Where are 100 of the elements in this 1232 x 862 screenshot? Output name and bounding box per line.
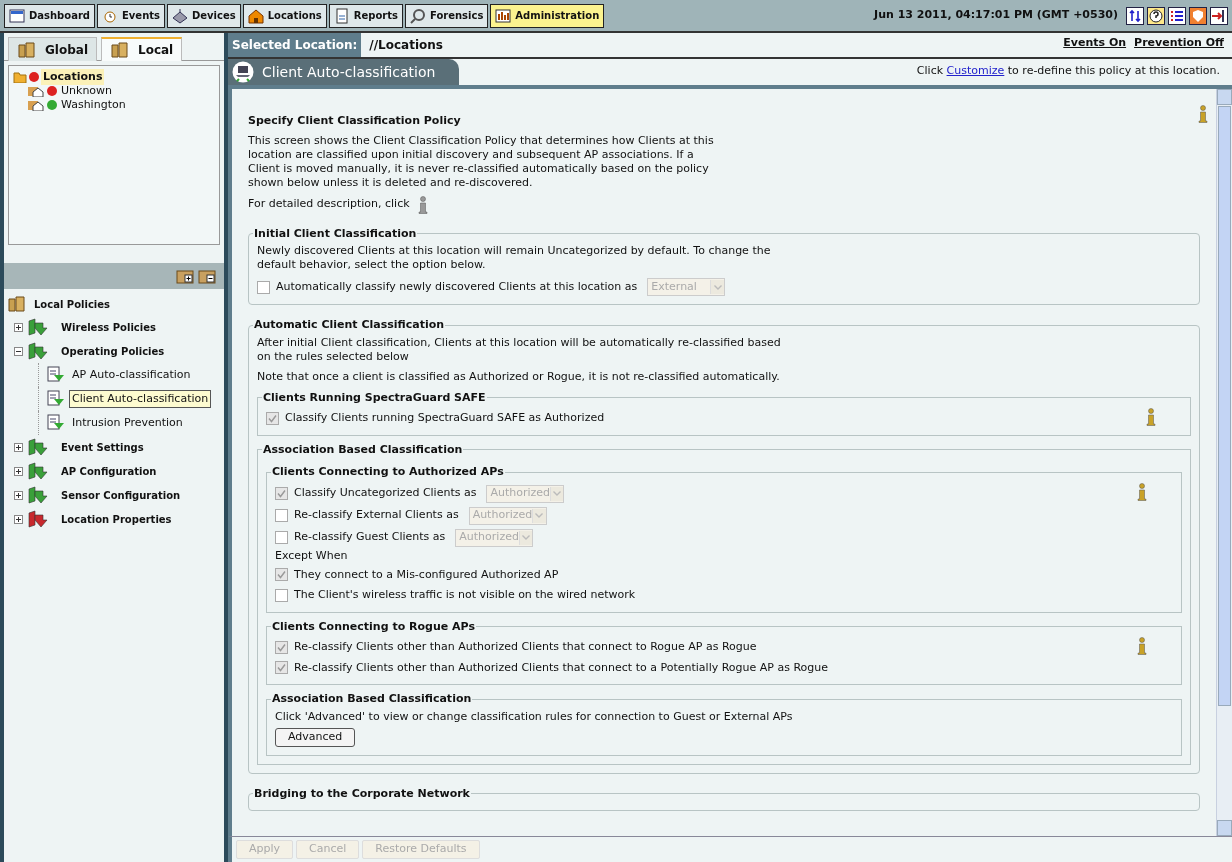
document-icon (47, 390, 65, 408)
logout-icon[interactable] (1210, 6, 1228, 25)
group-title: Association Based Classification (271, 691, 473, 707)
nav-tab[interactable]: Dashboard (4, 3, 95, 28)
refresh-icon[interactable] (1126, 6, 1144, 25)
nav-tab[interactable]: Reports (328, 3, 403, 28)
checkbox[interactable] (266, 411, 279, 425)
caret-icon (553, 491, 562, 496)
dashboard-icon (9, 7, 25, 24)
check-icon (277, 642, 286, 652)
tree-item[interactable]: Location Properties (61, 511, 172, 527)
laptop-icon (232, 61, 254, 83)
caret-icon (522, 535, 531, 540)
info-icon[interactable] (1146, 408, 1156, 426)
help-icon[interactable] (1147, 6, 1165, 25)
checkbox-label: Classify Uncategorized Clients as (294, 485, 477, 502)
tree-tab[interactable]: Local (101, 37, 183, 61)
checkbox-label: Re-classify Guest Clients as (294, 529, 446, 546)
status-link[interactable]: Events On (1063, 35, 1127, 52)
tree-item[interactable]: Event Settings (61, 439, 144, 455)
tree-item[interactable]: Sensor Configuration (61, 487, 181, 503)
tree-item[interactable]: Wireless Policies (61, 319, 156, 335)
scrollbar[interactable] (1216, 89, 1232, 836)
house-folder-icon (27, 99, 45, 111)
body-text: After initial Client classification, Clients at this location will be automatically re-classified based on the rules selected below (257, 335, 782, 364)
document-icon (47, 366, 65, 384)
checkbox[interactable] (275, 509, 288, 522)
nav-tab[interactable]: Locations (242, 3, 327, 28)
group-title: Clients Connecting to Authorized APs (271, 464, 505, 480)
body-text: Note that once a client is classified as Authorized or Rogue, it is not re-classified automatically. (257, 369, 781, 384)
info-icon[interactable] (1137, 482, 1147, 501)
checkbox-label: Re-classify Clients other than Authorized Clients that connect to Rogue AP as Rogue (294, 639, 757, 655)
tree-item[interactable]: AP Configuration (61, 463, 157, 479)
magnifier-icon (409, 7, 426, 24)
tree-item[interactable]: Intrusion Prevention (69, 413, 186, 433)
checkbox-label: Re-classify Clients other than Authorized Clients that connect to a Potentially Rogue AP as Rogue (294, 659, 828, 676)
checkbox[interactable] (275, 568, 288, 582)
checkbox-label: The Client's wireless traffic is not visible on the wired network (294, 587, 636, 603)
checkbox[interactable] (275, 661, 288, 675)
checkbox-label: Re-classify External Clients as (294, 507, 459, 524)
caret-icon (535, 513, 544, 518)
expand-icon[interactable] (14, 514, 23, 524)
body-text: Click 'Advanced' to view or change classification rules for connection to Guest or External APs (275, 709, 794, 724)
info-icon[interactable] (417, 195, 428, 214)
collapse-icon[interactable] (14, 346, 23, 356)
report-icon (333, 7, 350, 24)
checkbox[interactable] (275, 531, 288, 544)
shield-icon[interactable] (1189, 6, 1207, 25)
checkbox-label: Classify Clients running SpectraGuard SAFE as Authorized (285, 410, 605, 426)
expand-icon[interactable] (14, 466, 23, 476)
checkbox-label: Automatically classify newly discovered Clients at this location as (276, 278, 638, 295)
info-icon[interactable] (1137, 637, 1147, 655)
expand-icon[interactable] (14, 442, 23, 452)
tree-item[interactable]: AP Auto-classification (69, 365, 194, 385)
tree-item[interactable]: Local Policies (34, 296, 110, 312)
group-title: Clients Connecting to Rogue APs (271, 618, 476, 635)
expand-all-icon[interactable] (176, 268, 194, 284)
info-icon[interactable] (1198, 105, 1208, 123)
caret-icon (713, 284, 722, 290)
house-icon (247, 7, 264, 24)
checkbox[interactable] (275, 588, 288, 602)
expand-icon[interactable] (14, 322, 23, 332)
status-link[interactable]: Prevention Off (1134, 35, 1224, 52)
list-icon[interactable] (1168, 6, 1186, 25)
body-text: Newly discovered Clients at this location will remain Uncategorized by default. To change the default behavior, select the option below. (257, 244, 772, 272)
collapse-all-icon[interactable] (198, 268, 216, 284)
tree-item[interactable]: Client Auto-classification (69, 389, 212, 409)
tree-item[interactable]: Locations (41, 68, 105, 86)
nav-tab[interactable]: Forensics (404, 3, 489, 28)
check-icon (277, 663, 286, 673)
check-icon (268, 413, 277, 423)
group-title: Initial Client Classification (253, 225, 418, 242)
check-icon (277, 489, 286, 498)
customize-link[interactable]: Customize (946, 64, 1005, 77)
checkbox[interactable] (257, 280, 270, 294)
selected-location-label: Selected Location: (228, 33, 362, 57)
tree-tab[interactable]: Global (8, 37, 97, 61)
body-text: Except When (275, 548, 349, 563)
document-icon (47, 414, 65, 432)
tree-item[interactable]: Operating Policies (61, 343, 165, 359)
nav-tab[interactable]: Administration (490, 3, 605, 28)
expand-icon[interactable] (14, 490, 23, 500)
checkbox[interactable] (275, 487, 288, 500)
description-text: This screen shows the Client Classification Policy that determines how Clients at this location are classified upon initial discovery and subsequent AP associations. If a Client is moved manually, it is never re-classified automatically based on the policy shown below unless it is deleted and re-discovered. (248, 133, 715, 190)
folder-icon (13, 71, 27, 83)
group-title: Association Based Classification (262, 441, 464, 458)
group-title: Clients Running SpectraGuard SAFE (262, 389, 487, 406)
section-heading: Specify Client Classification Policy (248, 113, 461, 129)
house-folder-icon (27, 85, 45, 97)
checkbox-label: They connect to a Mis-configured Authorized AP (294, 566, 559, 583)
folder-icon (17, 40, 37, 59)
nav-tab[interactable]: Devices (167, 3, 241, 28)
detail-note: For detailed description, click (248, 196, 410, 213)
group-title: Bridging to the Corporate Network (253, 785, 471, 802)
advanced-button[interactable]: Advanced (275, 727, 356, 747)
date-time: Jun 13 2011, 04:17:01 PM (GMT +0530) (874, 7, 1118, 24)
folder-icon (8, 296, 26, 312)
customize-note: Click Customize to re-define this policy at this location. (916, 63, 1220, 79)
nav-tab[interactable]: Events (97, 3, 165, 28)
checkbox[interactable] (275, 640, 288, 654)
